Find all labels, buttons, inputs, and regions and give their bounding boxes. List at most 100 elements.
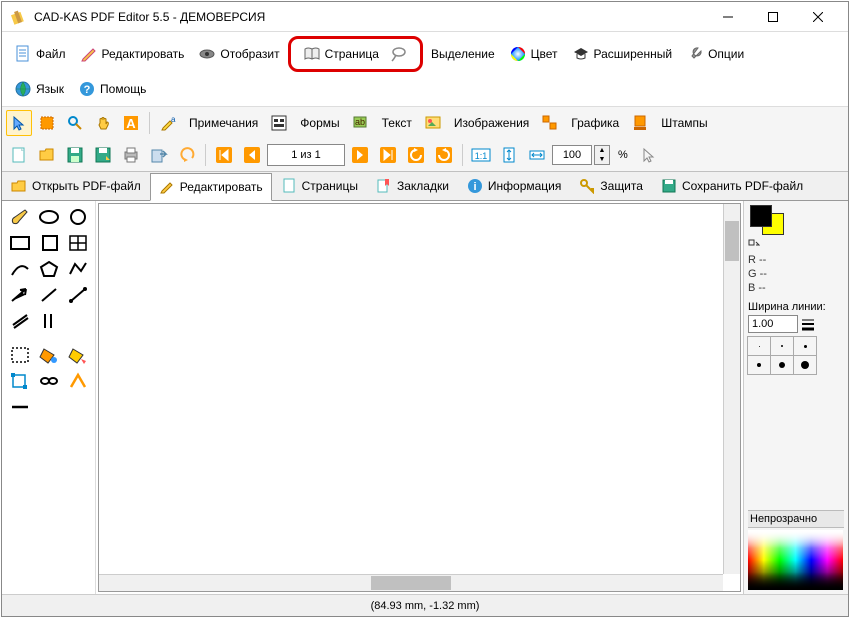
point-size-6[interactable] (793, 355, 817, 375)
toolbar-images[interactable]: Изображения (448, 113, 535, 133)
color-g: G -- (748, 267, 844, 281)
tool-zoom[interactable] (62, 110, 88, 136)
new-file-button[interactable] (6, 142, 32, 168)
menu-select[interactable] (388, 41, 414, 67)
tool-ellipse[interactable] (35, 205, 62, 229)
tab-save[interactable]: Сохранить PDF-файл (652, 172, 812, 200)
toolbar-notes[interactable]: Примечания (183, 113, 264, 133)
tool-grid[interactable] (64, 231, 91, 255)
tab-edit[interactable]: Редактировать (150, 173, 272, 201)
tool-dblline1[interactable] (6, 309, 34, 333)
prev-page-button[interactable] (239, 142, 265, 168)
tool-hline[interactable] (6, 395, 34, 419)
point-size-1[interactable] (747, 336, 771, 356)
tool-hand[interactable] (90, 110, 116, 136)
zoom-input[interactable] (552, 145, 592, 165)
menu-select-text[interactable]: Выделение (425, 36, 501, 72)
menu-help[interactable]: ? Помощь (72, 76, 152, 102)
menu-language[interactable]: Язык (8, 76, 70, 102)
menu-page[interactable]: Страница (297, 41, 385, 67)
toolbar-forms[interactable]: Формы (294, 113, 345, 133)
point-size-4[interactable] (747, 355, 771, 375)
tool-fill1[interactable] (35, 343, 62, 367)
menu-advanced[interactable]: Расширенный (566, 36, 679, 72)
app-icon (10, 9, 26, 25)
color-spectrum[interactable] (748, 530, 843, 590)
folder-open-icon (11, 178, 27, 194)
rotate-cw-button[interactable] (431, 142, 457, 168)
key-icon (579, 178, 595, 194)
tool-cursor2[interactable] (636, 142, 662, 168)
tool-chain[interactable] (35, 369, 62, 393)
horizontal-scrollbar[interactable] (99, 574, 723, 591)
tool-rect[interactable] (6, 231, 33, 255)
tool-transform[interactable] (6, 369, 33, 393)
line-width-picker-icon[interactable] (800, 316, 816, 332)
tool-dblline2[interactable] (36, 309, 64, 333)
first-page-button[interactable] (211, 142, 237, 168)
toolbar-stamps[interactable]: Штампы (655, 113, 713, 133)
page-input[interactable] (267, 144, 345, 166)
save-as-button[interactable] (90, 142, 116, 168)
tab-open[interactable]: Открыть PDF-файл (2, 172, 150, 200)
tool-pointer[interactable] (6, 110, 32, 136)
menu-color[interactable]: Цвет (503, 36, 564, 72)
rotate-ccw-button[interactable] (403, 142, 429, 168)
tool-circle[interactable] (64, 205, 91, 229)
tool-brush[interactable] (6, 205, 33, 229)
stamps-icon[interactable] (627, 110, 653, 136)
graphics-icon[interactable] (537, 110, 563, 136)
tool-curve[interactable] (6, 257, 33, 281)
next-page-button[interactable] (347, 142, 373, 168)
close-button[interactable] (795, 2, 840, 31)
line-width-input[interactable] (748, 315, 798, 333)
tab-pages[interactable]: Страницы (272, 172, 367, 200)
left-tool-palette (2, 201, 96, 594)
menu-options[interactable]: Опции (680, 36, 750, 72)
fit-width-button[interactable] (524, 142, 550, 168)
tab-info[interactable]: i Информация (458, 172, 570, 200)
document-canvas[interactable] (98, 203, 741, 592)
print-button[interactable] (118, 142, 144, 168)
tool-polyline[interactable] (64, 257, 91, 281)
vertical-scrollbar[interactable] (723, 204, 740, 574)
tool-text-select[interactable]: A (118, 110, 144, 136)
point-size-2[interactable] (770, 336, 794, 356)
menu-edit[interactable]: Редактировать (74, 36, 191, 72)
last-page-button[interactable] (375, 142, 401, 168)
forms-icon[interactable] (266, 110, 292, 136)
tool-arrow[interactable] (6, 283, 33, 307)
tool-marquee[interactable] (6, 343, 33, 367)
toolbar-graphics[interactable]: Графика (565, 113, 625, 133)
stroke-color-swatch[interactable] (750, 205, 772, 227)
tool-text-edit[interactable]: a (155, 110, 181, 136)
tool-line[interactable] (35, 283, 62, 307)
save-button[interactable] (62, 142, 88, 168)
image-icon[interactable] (420, 110, 446, 136)
info-icon: i (467, 178, 483, 194)
tool-square[interactable] (35, 231, 62, 255)
toolbar-text[interactable]: Текст (376, 113, 418, 133)
undo-button[interactable] (174, 142, 200, 168)
maximize-button[interactable] (750, 2, 795, 31)
tool-select-rect[interactable] (34, 110, 60, 136)
zoom-11-button[interactable]: 1:1 (468, 142, 494, 168)
tab-bookmarks[interactable]: Закладки (367, 172, 458, 200)
text-icon[interactable]: ab (348, 110, 374, 136)
menu-file[interactable]: Файл (8, 36, 72, 72)
export-button[interactable] (146, 142, 172, 168)
swap-colors-icon[interactable] (748, 239, 760, 251)
tab-protect[interactable]: Защита (570, 172, 652, 200)
minimize-button[interactable] (705, 2, 750, 31)
fit-height-button[interactable] (496, 142, 522, 168)
zoom-spinner[interactable]: ▲▼ (594, 145, 610, 165)
point-size-5[interactable] (770, 355, 794, 375)
tool-line-snap[interactable] (64, 283, 91, 307)
open-file-button[interactable] (34, 142, 60, 168)
tool-fill2[interactable] (64, 343, 91, 367)
menu-page-highlight: Страница (288, 36, 423, 72)
tool-angle[interactable] (64, 369, 91, 393)
point-size-3[interactable] (793, 336, 817, 356)
menu-show[interactable]: Отобразит (192, 36, 285, 72)
tool-polygon[interactable] (35, 257, 62, 281)
